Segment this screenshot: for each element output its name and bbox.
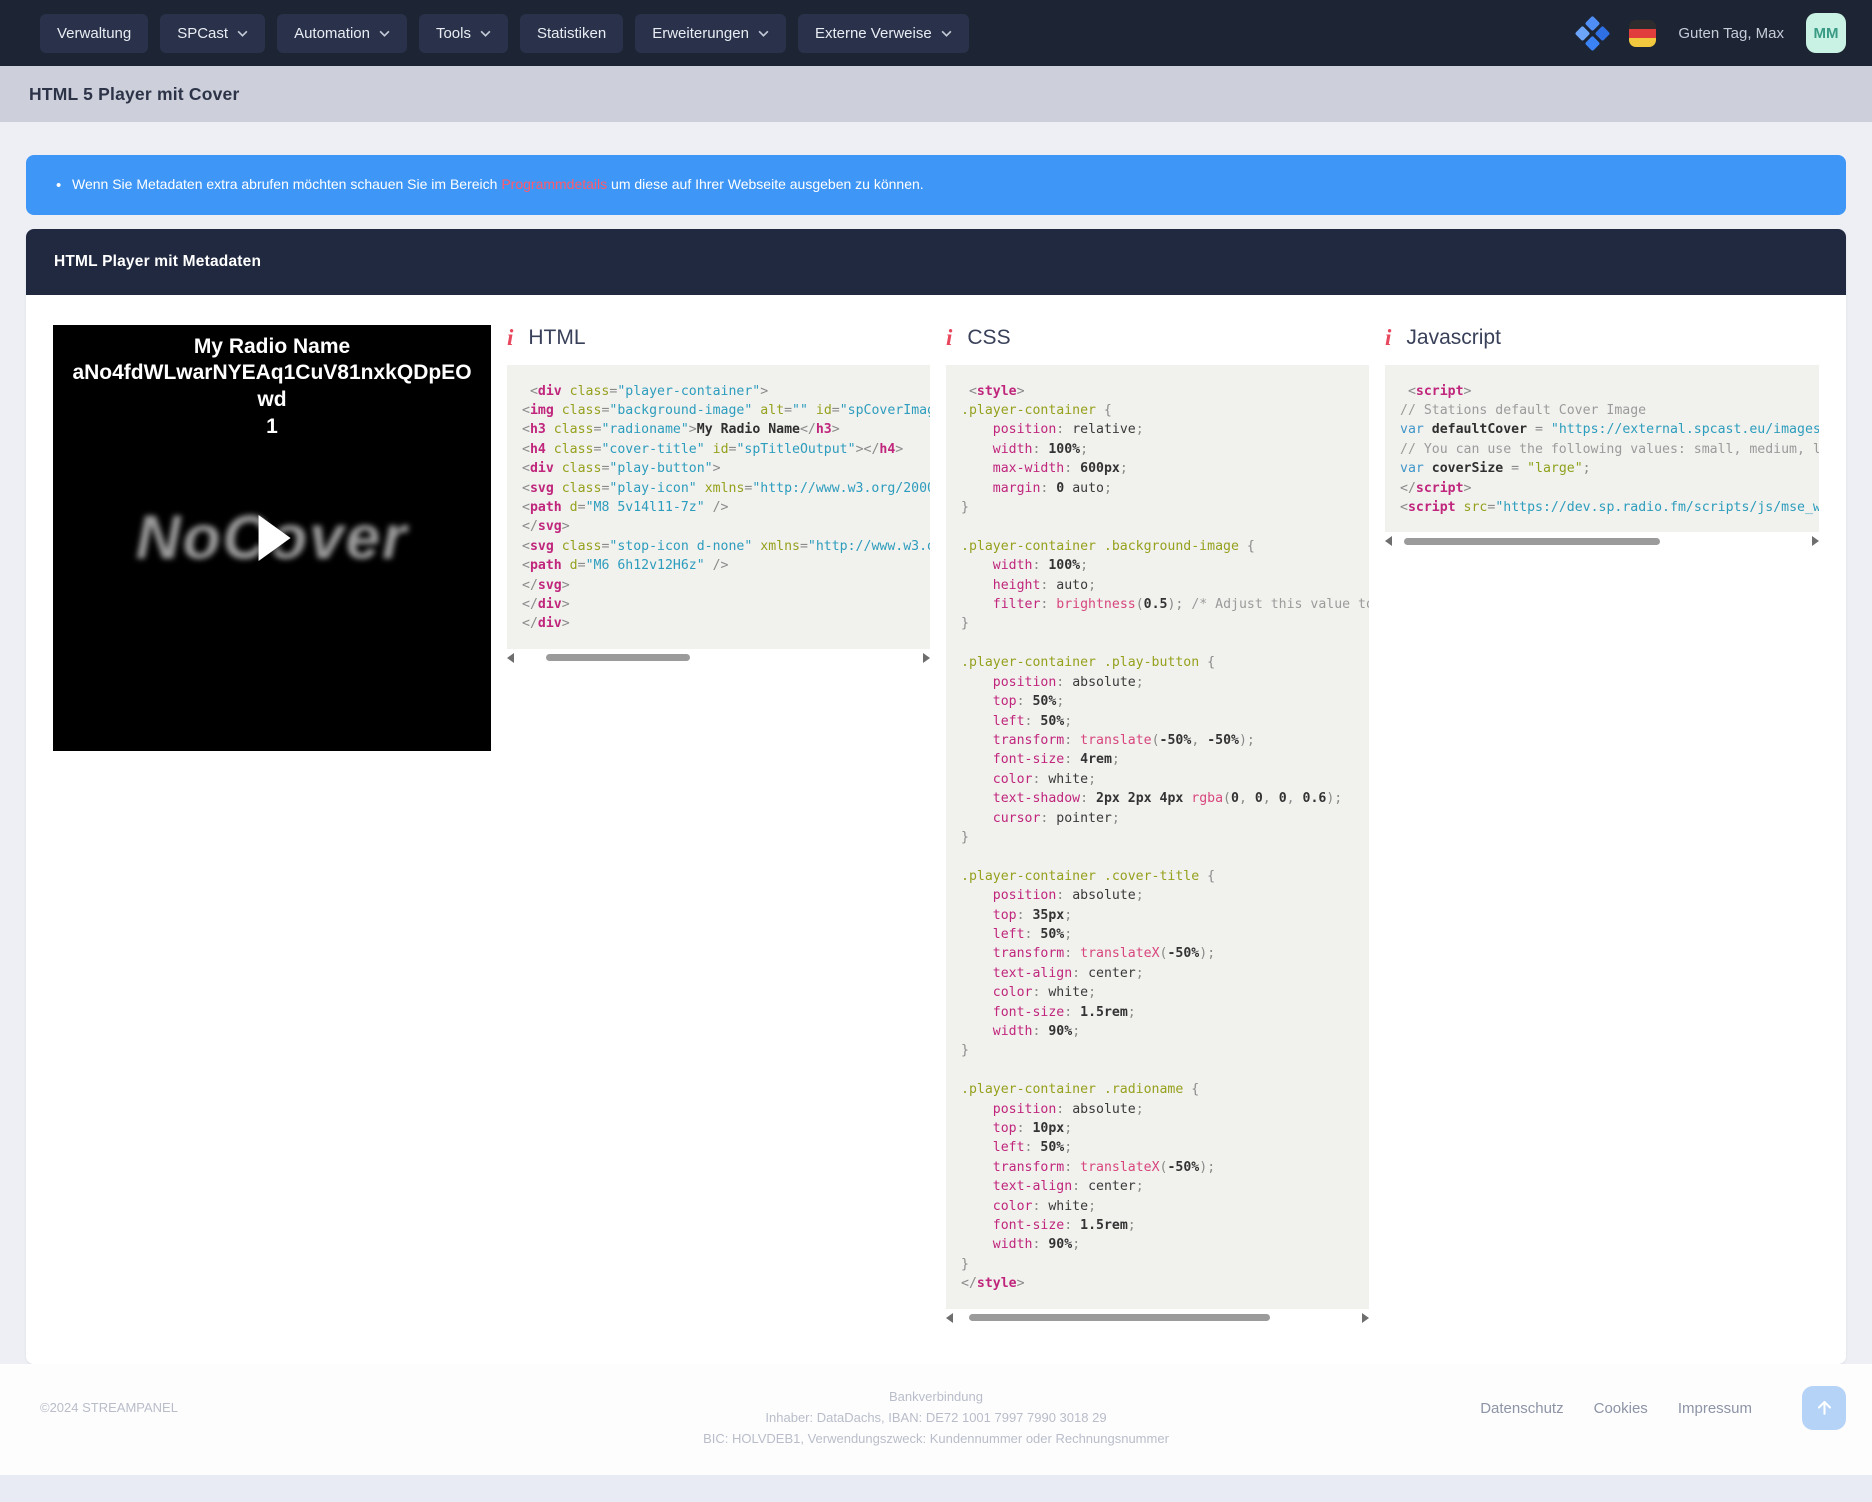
scroll-right-icon[interactable] xyxy=(923,652,930,663)
diamonds-icon[interactable] xyxy=(1575,15,1611,52)
navbar-right: Guten Tag, Max MM xyxy=(1575,13,1846,53)
scrollbar-thumb[interactable] xyxy=(546,654,691,662)
player-track-token: aNo4fdWLwarNYEAq1CuV81nxkQDpEOwd xyxy=(72,361,472,412)
bottom-strip xyxy=(0,1474,1872,1502)
cookies-link[interactable]: Cookies xyxy=(1594,1400,1648,1417)
chevron-down-icon xyxy=(237,30,248,37)
footer: ©2024 STREAMPANEL Bankverbindung Inhaber… xyxy=(0,1363,1872,1475)
impressum-link[interactable]: Impressum xyxy=(1678,1400,1752,1417)
html-code-scrollbar xyxy=(507,652,930,664)
chevron-down-icon xyxy=(379,30,390,37)
footer-links: Datenschutz Cookies Impressum xyxy=(1480,1400,1752,1417)
html-section-header: i HTML xyxy=(507,325,930,351)
copyright: ©2024 STREAMPANEL xyxy=(40,1399,178,1415)
chevron-down-icon xyxy=(758,30,769,37)
javascript-section: i Javascript <script>// Stations default… xyxy=(1385,325,1819,548)
bank-details: Bankverbindung Inhaber: DataDachs, IBAN:… xyxy=(40,1386,1832,1449)
scroll-left-icon[interactable] xyxy=(1385,536,1392,547)
html-section: i HTML <div class="player-container"> <im… xyxy=(507,325,930,664)
user-greeting: Guten Tag, Max xyxy=(1678,24,1784,42)
top-navbar: Verwaltung SPCast Automation Tools Stati… xyxy=(0,0,1872,66)
play-icon[interactable] xyxy=(258,514,291,561)
nav-item-erweiterungen[interactable]: Erweiterungen xyxy=(635,13,786,53)
javascript-section-title: Javascript xyxy=(1406,325,1501,349)
german-flag-icon[interactable] xyxy=(1629,19,1657,47)
nav-item-tools[interactable]: Tools xyxy=(418,13,508,53)
datenschutz-link[interactable]: Datenschutz xyxy=(1480,1400,1563,1417)
bank-details-bic: BIC: HOLVDEB1, Verwendungszweck: Kundenn… xyxy=(703,1430,1169,1446)
card-header: HTML Player mit Metadaten xyxy=(26,228,1846,295)
info-icon: i xyxy=(1385,325,1392,351)
scroll-left-icon[interactable] xyxy=(507,652,514,663)
info-icon: i xyxy=(507,325,514,351)
css-section-header: i CSS xyxy=(946,325,1369,351)
javascript-section-header: i Javascript xyxy=(1385,325,1819,351)
avatar[interactable]: MM xyxy=(1806,13,1846,53)
chevron-down-icon xyxy=(941,30,952,37)
scroll-right-icon[interactable] xyxy=(1812,536,1819,547)
javascript-code-scrollbar xyxy=(1385,535,1819,547)
scrollbar-thumb[interactable] xyxy=(969,1314,1270,1322)
css-code-block[interactable]: <style> .player-container { position: rel… xyxy=(946,364,1369,1309)
player-card: HTML Player mit Metadaten My Radio Name … xyxy=(26,228,1846,1364)
nav-item-automation[interactable]: Automation xyxy=(277,13,407,53)
html-code-block[interactable]: <div class="player-container"> <img class… xyxy=(507,364,930,649)
nav-item-verwaltung[interactable]: Verwaltung xyxy=(40,13,149,53)
css-section: i CSS <style> .player-container { positio… xyxy=(946,325,1369,1324)
nav-item-spcast[interactable]: SPCast xyxy=(160,13,266,53)
player-track-number: 1 xyxy=(266,415,278,439)
arrow-up-icon xyxy=(1817,1401,1831,1416)
page-title: HTML 5 Player mit Cover xyxy=(29,83,240,104)
css-code-scrollbar xyxy=(946,1312,1369,1324)
player-preview[interactable]: My Radio Name aNo4fdWLwarNYEAq1CuV81nxkQ… xyxy=(53,324,491,751)
programmdetails-link[interactable]: Programmdetails xyxy=(501,176,607,192)
player-radioname: My Radio Name xyxy=(193,334,351,358)
scrollbar-thumb[interactable] xyxy=(1404,537,1660,545)
info-icon: i xyxy=(946,325,953,351)
css-section-title: CSS xyxy=(967,325,1011,349)
html-section-title: HTML xyxy=(528,325,586,349)
nav-item-statistiken[interactable]: Statistiken xyxy=(520,13,624,53)
info-alert: Wenn Sie Metadaten extra abrufen möchten… xyxy=(26,155,1846,215)
chevron-down-icon xyxy=(480,30,491,37)
main-content: Wenn Sie Metadaten extra abrufen möchten… xyxy=(0,122,1872,1364)
scroll-right-icon[interactable] xyxy=(1362,1312,1369,1323)
scroll-to-top-button[interactable] xyxy=(1802,1385,1846,1430)
scroll-left-icon[interactable] xyxy=(946,1312,953,1323)
main-menu: Verwaltung SPCast Automation Tools Stati… xyxy=(40,13,969,53)
player-metadata: My Radio Name aNo4fdWLwarNYEAq1CuV81nxkQ… xyxy=(53,325,491,442)
app-root: Verwaltung SPCast Automation Tools Stati… xyxy=(0,0,1872,1502)
card-body: My Radio Name aNo4fdWLwarNYEAq1CuV81nxkQ… xyxy=(26,294,1846,1364)
alert-text: Wenn Sie Metadaten extra abrufen möchten… xyxy=(72,176,924,192)
javascript-code-block[interactable]: <script>// Stations default Cover Image v… xyxy=(1385,364,1819,533)
nav-item-externe-verweise[interactable]: Externe Verweise xyxy=(797,13,969,53)
page-title-bar: HTML 5 Player mit Cover xyxy=(0,66,1872,122)
